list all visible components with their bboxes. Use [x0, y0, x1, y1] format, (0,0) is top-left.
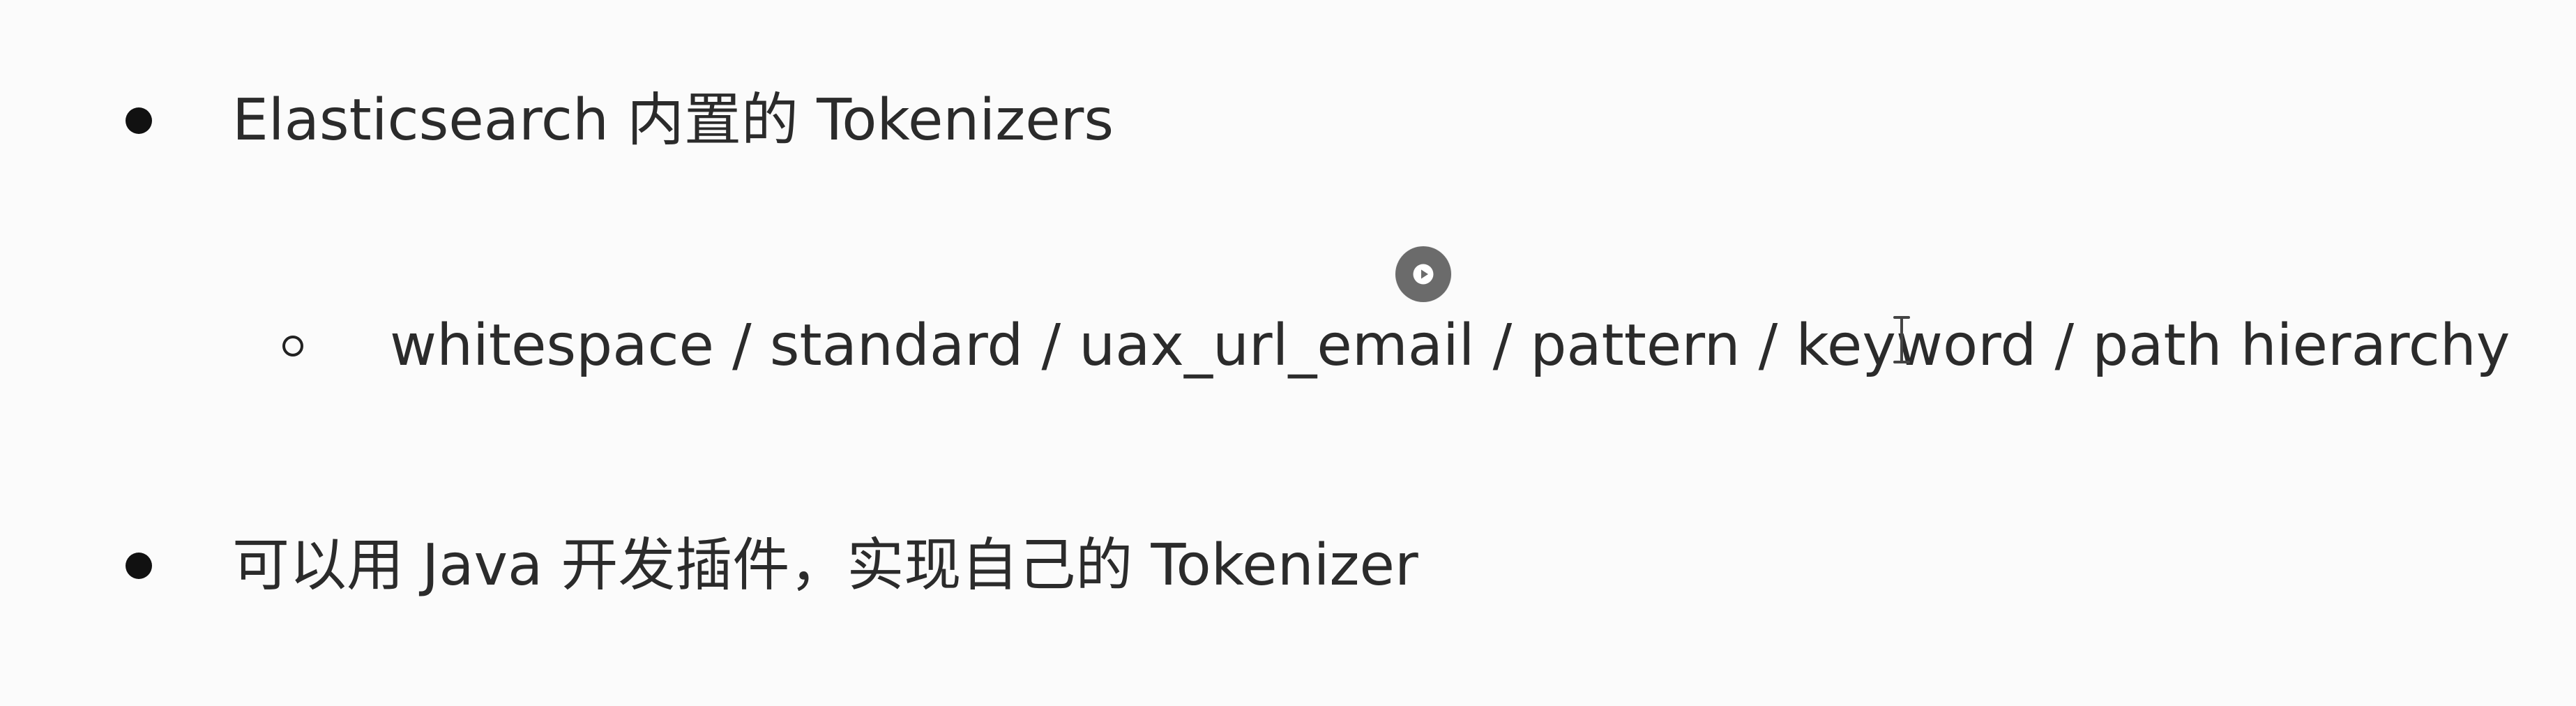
bullet-item-2: 可以用 Java 开发插件，实现自己的 Tokenizer	[126, 537, 1418, 594]
play-icon	[1409, 260, 1438, 289]
bullet-text-1: Elasticsearch 内置的 Tokenizers	[232, 87, 1114, 153]
slide-canvas: Elasticsearch 内置的 Tokenizers whitespace …	[0, 0, 2576, 706]
disc-bullet-icon	[126, 107, 152, 134]
bullet-item-1: Elasticsearch 内置的 Tokenizers	[126, 92, 1114, 149]
disc-bullet-icon	[126, 553, 152, 579]
text-cursor-icon	[1892, 315, 1911, 365]
sub-bullet-text: whitespace / standard / uax_url_email / …	[390, 313, 2510, 379]
bullet-text-2: 可以用 Java 开发插件，实现自己的 Tokenizer	[232, 532, 1418, 599]
play-button[interactable]	[1395, 246, 1451, 302]
sub-bullet-item: whitespace / standard / uax_url_email / …	[282, 317, 2510, 375]
circle-bullet-icon	[282, 336, 303, 356]
